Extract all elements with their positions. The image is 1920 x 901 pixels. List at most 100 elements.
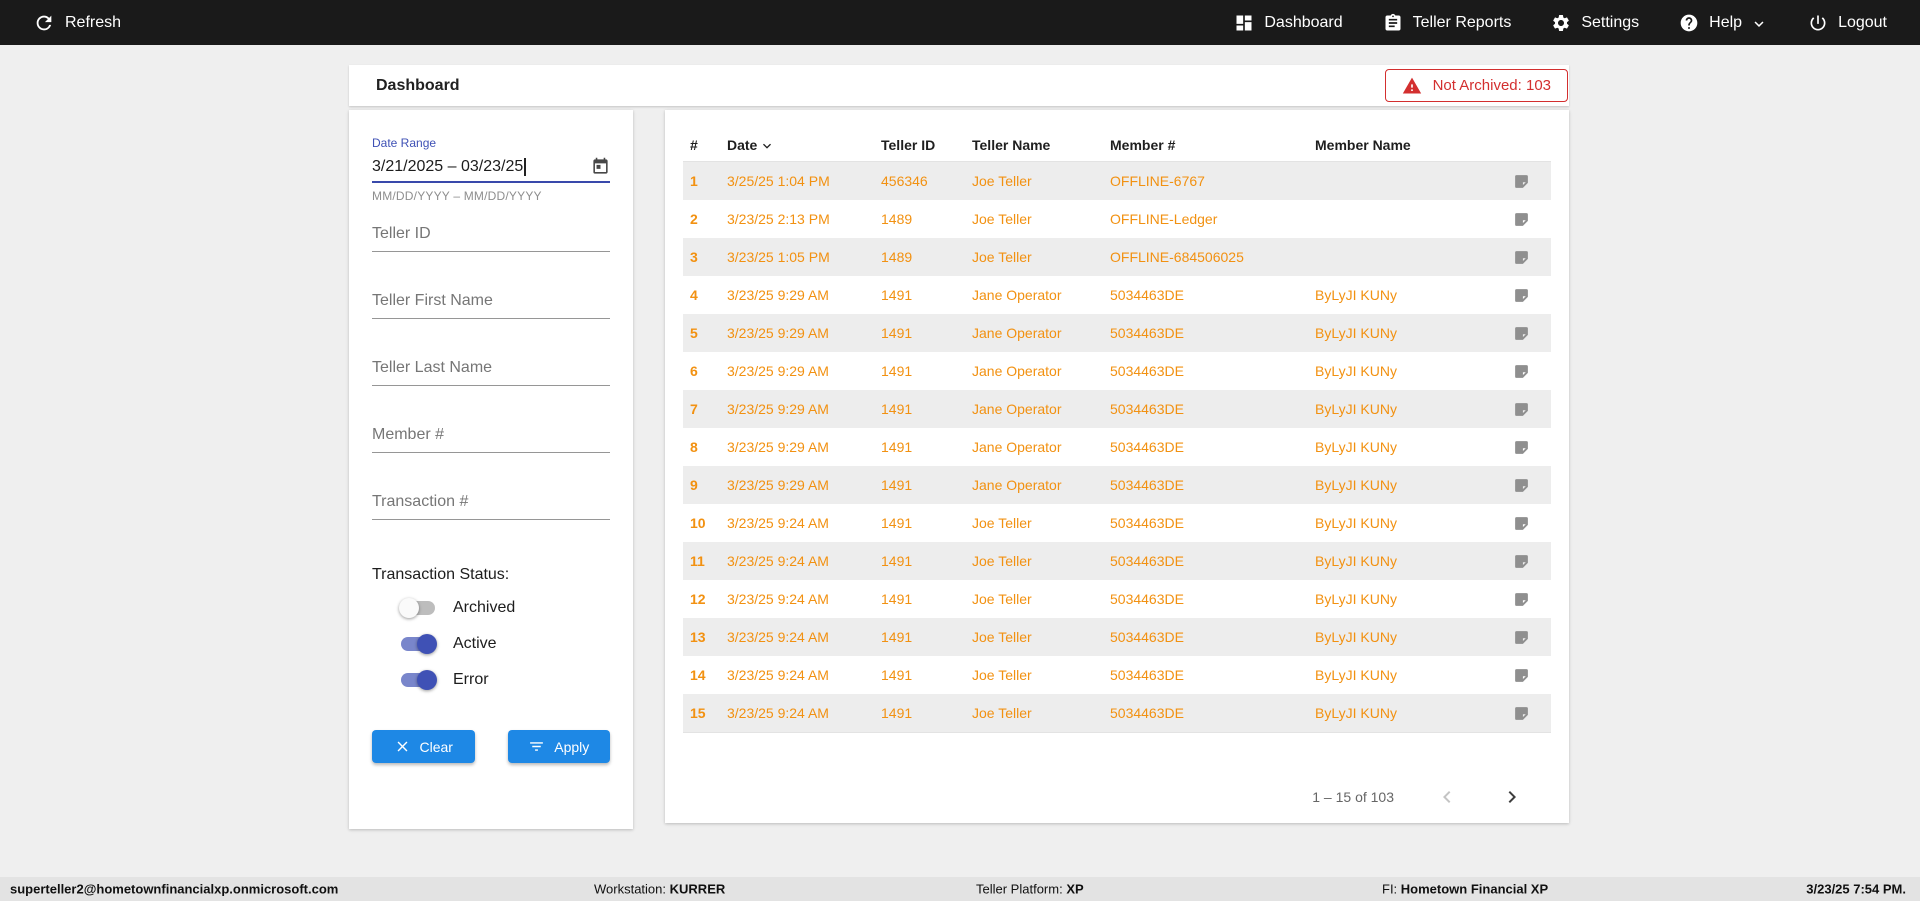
note-icon[interactable]: [1492, 477, 1551, 494]
note-icon[interactable]: [1492, 705, 1551, 722]
calendar-icon[interactable]: [591, 157, 610, 176]
note-icon[interactable]: [1492, 591, 1551, 608]
table-row[interactable]: 15 3/23/25 9:24 AM 1491 Joe Teller 50344…: [683, 694, 1551, 732]
note-icon[interactable]: [1492, 211, 1551, 228]
cell-teller-id: 1491: [881, 325, 913, 341]
apply-button-label: Apply: [554, 738, 590, 755]
cell-member: 5034463DE: [1110, 325, 1184, 341]
cell-teller-name: Jane Operator: [972, 439, 1062, 455]
date-range-input[interactable]: 3/21/2025 – 03/23/25: [372, 157, 610, 183]
table-row[interactable]: 11 3/23/25 9:24 AM 1491 Joe Teller 50344…: [683, 542, 1551, 580]
table-row[interactable]: 14 3/23/25 9:24 AM 1491 Joe Teller 50344…: [683, 656, 1551, 694]
nav-logout-label: Logout: [1838, 13, 1887, 31]
close-icon: [394, 738, 411, 755]
cell-member-name: ByLyJI KUNy: [1315, 515, 1397, 531]
date-range-value: 3/21/2025 – 03/23/25: [372, 157, 524, 175]
col-header-teller-name: Teller Name: [972, 137, 1051, 153]
nav-settings[interactable]: Settings: [1551, 13, 1639, 33]
cell-teller-id: 1491: [881, 705, 913, 721]
table-row[interactable]: 5 3/23/25 9:29 AM 1491 Jane Operator 503…: [683, 314, 1551, 352]
note-icon[interactable]: [1492, 553, 1551, 570]
cell-teller-id: 1491: [881, 363, 913, 379]
cell-member-name: ByLyJI KUNy: [1315, 477, 1397, 493]
note-icon[interactable]: [1492, 173, 1551, 190]
note-icon[interactable]: [1492, 325, 1551, 342]
cell-member: OFFLINE-Ledger: [1110, 211, 1218, 227]
cell-teller-id: 1491: [881, 439, 913, 455]
pagination-prev-button[interactable]: [1435, 785, 1459, 809]
table-row[interactable]: 3 3/23/25 1:05 PM 1489 Joe Teller OFFLIN…: [683, 238, 1551, 276]
toggle-label: Error: [453, 671, 489, 688]
note-icon[interactable]: [1492, 515, 1551, 532]
pagination: 1 – 15 of 103: [683, 785, 1551, 809]
col-header-num: #: [690, 137, 698, 153]
cell-teller-name: Joe Teller: [972, 667, 1032, 683]
cell-date: 3/23/25 9:29 AM: [727, 477, 829, 493]
page-header: Dashboard Not Archived: 103: [349, 65, 1569, 106]
date-range-label: Date Range: [372, 136, 437, 150]
cell-teller-name: Joe Teller: [972, 211, 1032, 227]
pagination-next-button[interactable]: [1500, 785, 1524, 809]
col-header-date[interactable]: Date: [727, 136, 881, 154]
cell-member: 5034463DE: [1110, 667, 1184, 683]
nav-teller-reports[interactable]: Teller Reports: [1383, 13, 1511, 33]
table-header-row: # Date Teller ID Teller Name Member # Me…: [683, 129, 1551, 162]
toggle-row: Active: [372, 632, 610, 656]
active-toggle[interactable]: [399, 634, 437, 654]
cell-num: 10: [690, 515, 706, 531]
cell-member: 5034463DE: [1110, 477, 1184, 493]
cell-date: 3/25/25 1:04 PM: [727, 173, 830, 189]
note-icon[interactable]: [1492, 439, 1551, 456]
table-row[interactable]: 9 3/23/25 9:29 AM 1491 Jane Operator 503…: [683, 466, 1551, 504]
nav-help[interactable]: Help: [1679, 13, 1768, 33]
member-field[interactable]: [372, 426, 610, 453]
note-icon[interactable]: [1492, 249, 1551, 266]
table-row[interactable]: 8 3/23/25 9:29 AM 1491 Jane Operator 503…: [683, 428, 1551, 466]
note-icon[interactable]: [1492, 401, 1551, 418]
cell-date: 3/23/25 9:24 AM: [727, 591, 829, 607]
cell-num: 14: [690, 667, 706, 683]
table-row[interactable]: 13 3/23/25 9:24 AM 1491 Joe Teller 50344…: [683, 618, 1551, 656]
refresh-icon: [33, 12, 55, 34]
table-row[interactable]: 1 3/25/25 1:04 PM 456346 Joe Teller OFFL…: [683, 162, 1551, 200]
teller-first-name-field[interactable]: [372, 292, 610, 319]
note-icon[interactable]: [1492, 629, 1551, 646]
cell-member-name: ByLyJI KUNy: [1315, 439, 1397, 455]
apply-button[interactable]: Apply: [507, 730, 610, 763]
clear-button[interactable]: Clear: [372, 730, 475, 763]
cell-teller-name: Jane Operator: [972, 325, 1062, 341]
cell-date: 3/23/25 9:29 AM: [727, 401, 829, 417]
nav-dashboard[interactable]: Dashboard: [1234, 13, 1343, 33]
toggle-label: Archived: [453, 599, 516, 616]
not-archived-badge[interactable]: Not Archived: 103: [1384, 69, 1568, 102]
table-row[interactable]: 12 3/23/25 9:24 AM 1491 Joe Teller 50344…: [683, 580, 1551, 618]
refresh-button[interactable]: Refresh: [33, 12, 121, 34]
teller-platform-info: Teller Platform: XP: [976, 881, 1084, 897]
teller-id-field[interactable]: [372, 225, 610, 252]
table-row[interactable]: 10 3/23/25 9:24 AM 1491 Joe Teller 50344…: [683, 504, 1551, 542]
cell-num: 12: [690, 591, 706, 607]
cell-member-name: ByLyJI KUNy: [1315, 705, 1397, 721]
nav-logout[interactable]: Logout: [1808, 13, 1887, 33]
note-icon[interactable]: [1492, 287, 1551, 304]
error-toggle[interactable]: [399, 670, 437, 690]
table-row[interactable]: 7 3/23/25 9:29 AM 1491 Jane Operator 503…: [683, 390, 1551, 428]
cell-teller-id: 1491: [881, 515, 913, 531]
cell-teller-id: 1489: [881, 211, 913, 227]
cell-teller-name: Joe Teller: [972, 173, 1032, 189]
filter-fields: [372, 225, 610, 520]
note-icon[interactable]: [1492, 363, 1551, 380]
archived-toggle[interactable]: [399, 598, 437, 618]
cell-member: 5034463DE: [1110, 439, 1184, 455]
table-row[interactable]: 2 3/23/25 2:13 PM 1489 Joe Teller OFFLIN…: [683, 200, 1551, 238]
toggle-row: Archived: [372, 596, 610, 620]
text-cursor: [524, 157, 527, 176]
cell-num: 8: [690, 439, 698, 455]
note-icon[interactable]: [1492, 667, 1551, 684]
cell-num: 7: [690, 401, 698, 417]
transaction-field[interactable]: [372, 493, 610, 520]
teller-last-name-field[interactable]: [372, 359, 610, 386]
table-row[interactable]: 4 3/23/25 9:29 AM 1491 Jane Operator 503…: [683, 276, 1551, 314]
table-row[interactable]: 6 3/23/25 9:29 AM 1491 Jane Operator 503…: [683, 352, 1551, 390]
pagination-range-label: 1 – 15 of 103: [1312, 789, 1394, 805]
